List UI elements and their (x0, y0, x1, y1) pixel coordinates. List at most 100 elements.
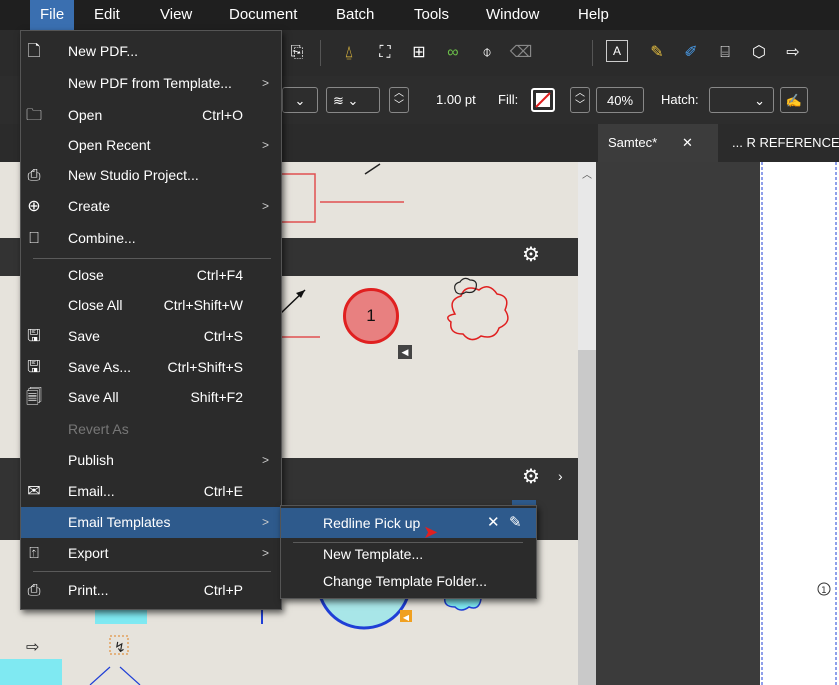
menu-item-print[interactable]: ⎙ Print... Ctrl+P (21, 575, 281, 606)
chevron-right-icon: > (261, 453, 269, 467)
tab-reference[interactable]: ... R REFERENCE P (722, 124, 839, 188)
menu-item-label: Combine... (68, 230, 136, 246)
scroll-up-icon[interactable]: ︿ (582, 166, 592, 181)
style-brush-icon[interactable]: ✍ (780, 87, 808, 113)
menu-item-create[interactable]: ⊕ Create > (21, 191, 281, 222)
menu-item-close[interactable]: Close Ctrl+F4 (21, 260, 281, 291)
submenu-item-change-template-folder[interactable]: Change Template Folder... (281, 566, 536, 596)
highlighter-icon[interactable]: ✎ (644, 40, 670, 66)
cloud-icon[interactable]: ⬡ (746, 40, 772, 66)
arrow-shape-icon[interactable]: ⇨ (780, 40, 806, 66)
menu-item-save-all[interactable]: 🗐 Save All Shift+F2 (21, 382, 281, 413)
submenu-item-redline-pick-up[interactable]: Redline Pick up ✕ ✎ (281, 508, 536, 538)
menu-window[interactable]: Window (476, 0, 549, 30)
menu-item-shortcut: Ctrl+F4 (196, 267, 243, 283)
toolbar-divider (592, 40, 593, 66)
menu-item-label: Publish (68, 452, 114, 468)
menu-document[interactable]: Document (219, 0, 307, 30)
page-content: 1 (761, 162, 837, 685)
menu-item-open-recent[interactable]: Open Recent > (21, 130, 281, 161)
svg-text:⇨: ⇨ (26, 637, 39, 656)
menu-item-label: New Studio Project... (68, 167, 199, 183)
print-icon: ⎙ (27, 582, 41, 599)
menu-item-label: Email... (68, 483, 115, 499)
line-style-dropdown[interactable]: ⌄ (282, 87, 318, 113)
add-page-icon[interactable]: ⊞ (406, 40, 432, 66)
panel-settings-gear-icon[interactable]: ⚙ (522, 464, 540, 489)
chevron-right-icon: > (261, 515, 269, 529)
hatch-label: Hatch: (661, 92, 699, 107)
menu-item-open[interactable]: 🗀 Open Ctrl+O (21, 100, 281, 131)
edit-template-pencil-icon[interactable]: ✎ (509, 508, 522, 538)
menu-item-publish[interactable]: Publish > (21, 445, 281, 476)
menu-item-shortcut: Ctrl+E (203, 483, 243, 499)
menu-separator (33, 258, 271, 259)
snapshot-icon[interactable]: ⛶ (372, 40, 398, 66)
chevron-right-icon: > (261, 76, 269, 90)
expand-arrow-icon[interactable]: ◀ (400, 612, 412, 624)
menu-item-combine[interactable]: ⎕ Combine... (21, 223, 281, 254)
numbered-circle-markup[interactable]: 1 (343, 288, 399, 344)
eraser-icon[interactable]: ⌫ (508, 40, 534, 66)
menu-item-email[interactable]: ✉ Email... Ctrl+E (21, 476, 281, 507)
hatch-dropdown[interactable]: ⌄ (709, 87, 774, 113)
menu-batch[interactable]: Batch (326, 0, 384, 30)
page-icon[interactable]: ⎘ (284, 40, 310, 66)
export-icon: ⍐ (29, 545, 39, 562)
menu-item-new-pdf-from-template[interactable]: New PDF from Template... > (21, 68, 281, 99)
tab-samtec[interactable]: Samtec* ✕ (598, 124, 718, 162)
chevron-right-icon[interactable]: › (558, 468, 563, 484)
menu-item-shortcut: Ctrl+O (202, 107, 243, 123)
line-width-value[interactable]: 1.00 pt (436, 87, 476, 113)
pen-icon[interactable]: ✐ (678, 40, 704, 66)
menu-edit[interactable]: Edit (84, 0, 130, 30)
svg-text:1: 1 (821, 586, 827, 596)
menu-item-new-studio-project[interactable]: ⎙ New Studio Project... (21, 160, 281, 191)
line-pattern-dropdown[interactable]: ≋ ⌄ (326, 87, 380, 113)
menu-item-label: Save As... (68, 359, 132, 375)
menu-separator (33, 571, 271, 572)
menu-item-save-as[interactable]: 🖫 Save As... Ctrl+Shift+S (21, 352, 281, 383)
file-menu: 🗋 New PDF... New PDF from Template... > … (20, 30, 282, 610)
scrollbar-thumb[interactable] (578, 350, 596, 685)
menu-item-email-templates[interactable]: Email Templates > (21, 507, 281, 538)
line-width-stepper[interactable]: ︿ ﹀ (389, 87, 409, 113)
attachment-icon[interactable]: ⌽ (474, 40, 500, 66)
menu-item-close-all[interactable]: Close All Ctrl+Shift+W (21, 290, 281, 321)
save-as-icon: 🖫 (27, 359, 41, 376)
menu-file[interactable]: File (30, 0, 75, 30)
menu-item-export[interactable]: ⍐ Export > (21, 538, 281, 569)
opacity-stepper[interactable]: ︿ ﹀ (570, 87, 590, 113)
menu-item-label: Close (68, 267, 104, 283)
panel-settings-gear-icon[interactable]: ⚙ (522, 242, 540, 267)
submenu-item-new-template[interactable]: New Template... (281, 539, 536, 569)
menu-item-save[interactable]: 🖫 Save Ctrl+S (21, 321, 281, 352)
menu-item-shortcut: Ctrl+Shift+W (163, 297, 243, 313)
opacity-value[interactable]: 40% (596, 87, 644, 113)
combine-icon: ⎕ (29, 230, 39, 247)
menu-help[interactable]: Help (568, 0, 619, 30)
submenu-item-label: Redline Pick up (323, 515, 421, 531)
menu-tools[interactable]: Tools (404, 0, 459, 30)
menu-view[interactable]: View (150, 0, 202, 30)
mouse-cursor-icon: ➤ (423, 522, 439, 542)
callout-icon[interactable]: ⌸ (712, 40, 738, 66)
document-gutter (596, 162, 734, 685)
toolbar-divider (320, 40, 321, 66)
text-box-icon[interactable]: A (606, 40, 628, 62)
menu-item-label: Email Templates (68, 514, 171, 530)
link-icon[interactable]: ∞ (440, 40, 466, 66)
menu-item-label: Open (68, 107, 103, 123)
menu-item-new-pdf[interactable]: 🗋 New PDF... (21, 36, 281, 67)
create-plus-icon: ⊕ (27, 198, 41, 215)
close-tab-icon[interactable]: ✕ (682, 124, 693, 162)
menu-item-label: Revert As (68, 421, 129, 437)
delete-template-icon[interactable]: ✕ (487, 508, 500, 538)
collapse-arrow-icon[interactable]: ◀ (398, 345, 412, 359)
stamp-icon[interactable]: ⍙ (336, 40, 362, 66)
menu-item-label: Save All (68, 389, 119, 405)
save-all-icon: 🗐 (26, 389, 42, 406)
menu-item-label: Close All (68, 297, 123, 313)
fill-color-swatch[interactable] (531, 88, 555, 112)
menu-item-shortcut: Ctrl+P (203, 582, 243, 598)
